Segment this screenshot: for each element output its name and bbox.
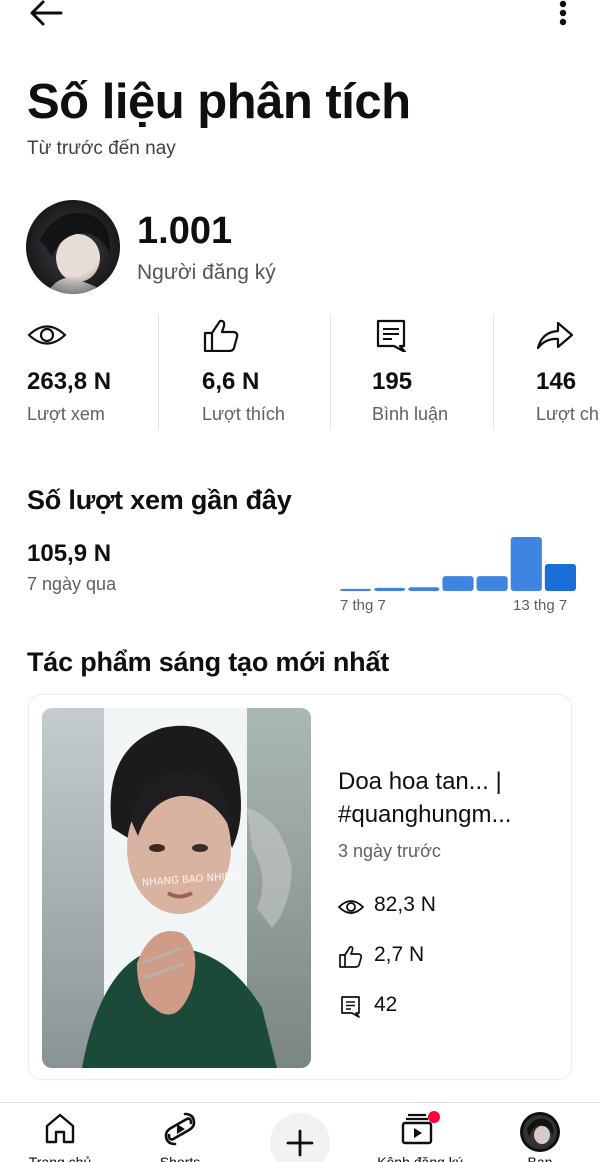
lifetime-stats: 263,8 N Lượt xem 6,6 N Lượt thích 195 Bì… [0, 312, 600, 430]
top-app-bar [0, 0, 600, 32]
create-button[interactable] [270, 1113, 330, 1162]
thumbnail-image: NHANG BAO NHIEU [42, 708, 311, 1068]
back-button[interactable] [28, 0, 68, 30]
chart-axis-end: 13 thg 7 [513, 597, 568, 614]
notification-dot [428, 1111, 440, 1123]
more-options-button[interactable] [552, 0, 576, 30]
eye-icon [338, 900, 364, 914]
thumbs-up-icon [339, 945, 363, 968]
nav-home-label: Trang chủ [28, 1154, 92, 1162]
chart-bar-3 [408, 587, 440, 591]
divider [330, 314, 331, 430]
chart-bar-6 [510, 537, 542, 591]
chart-bar-5 [476, 576, 508, 591]
video-views-value: 82,3 N [374, 893, 436, 916]
thumbs-up-icon [203, 319, 239, 352]
stat-likes-value: 6,6 N [202, 368, 260, 395]
video-age: 3 ngày trước [338, 841, 441, 861]
bottom-navigation: Trang chủ Shorts Kênh đăng ký Bạn [0, 1102, 600, 1162]
nav-home[interactable]: Trang chủ [29, 1103, 91, 1162]
chart-axis-start: 7 thg 7 [340, 597, 386, 614]
chart-bar-4 [442, 576, 474, 591]
nav-subscriptions-label: Kênh đăng ký [377, 1154, 463, 1162]
stat-comments-value: 195 [372, 368, 413, 395]
chart-bar-7 [544, 564, 576, 591]
comment-icon [376, 319, 407, 352]
stat-views-label: Lượt xem [27, 404, 105, 424]
recent-views-value: 105,9 N [27, 540, 112, 567]
subscriber-label: Người đăng ký [137, 261, 276, 284]
recent-views-period: 7 ngày qua [27, 574, 117, 594]
page-title: Số liệu phân tích [27, 75, 411, 129]
page-subtitle: Từ trước đến nay [27, 138, 176, 159]
latest-content-title: Tác phẩm sáng tạo mới nhất [27, 647, 390, 677]
stat-views-value: 263,8 N [27, 368, 112, 395]
subscriptions-icon [401, 1111, 440, 1145]
stat-shares[interactable]: 146 Lượt chia sẻ [536, 312, 600, 430]
video-thumbnail[interactable]: NHANG BAO NHIEU [42, 708, 311, 1068]
share-icon [536, 321, 574, 350]
stat-shares-label: Lượt chia sẻ [536, 404, 600, 424]
avatar-image [26, 200, 120, 294]
shorts-icon [164, 1112, 196, 1146]
divider [493, 314, 494, 430]
nav-shorts-label: Shorts [159, 1154, 201, 1162]
channel-avatar[interactable] [26, 200, 120, 294]
nav-you-label: Bạn [527, 1154, 553, 1162]
latest-video-card[interactable]: NHANG BAO NHIEU Doa hoa tan... | #quangh… [28, 694, 572, 1080]
nav-shorts[interactable]: Shorts [150, 1103, 210, 1162]
nav-subscriptions[interactable]: Kênh đăng ký [377, 1103, 463, 1162]
plus-icon [286, 1129, 314, 1157]
video-comments-value: 42 [374, 993, 398, 1016]
video-title[interactable]: Doa hoa tan... | #quanghungm... [338, 765, 558, 831]
video-likes-value: 2,7 N [374, 943, 425, 966]
subscriber-count: 1.001 [137, 210, 233, 252]
nav-you[interactable]: Bạn [510, 1103, 570, 1162]
more-vertical-icon [559, 0, 567, 26]
divider [158, 314, 159, 430]
recent-views-title: Số lượt xem gần đây [27, 485, 292, 515]
comment-icon [341, 996, 360, 1018]
chart-bar-2 [374, 587, 406, 591]
stat-shares-value: 146 [536, 368, 577, 395]
avatar-icon [520, 1112, 560, 1152]
stat-likes-label: Lượt thích [202, 404, 285, 424]
chart-bar-1 [340, 588, 372, 591]
arrow-left-icon [30, 0, 63, 26]
home-icon [45, 1113, 75, 1144]
stat-comments-label: Bình luận [372, 404, 449, 424]
eye-icon [27, 325, 67, 345]
